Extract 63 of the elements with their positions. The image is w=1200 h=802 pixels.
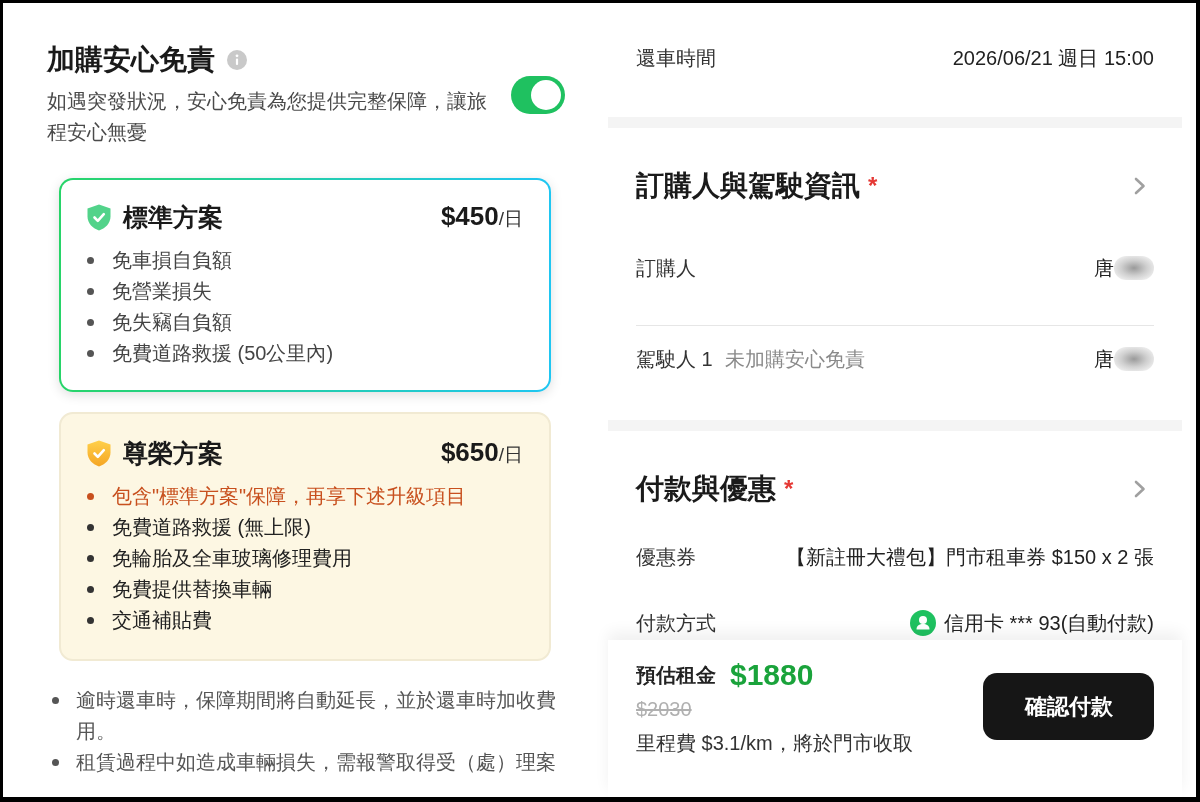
plan-feature: 免失竊自負額 <box>112 310 232 335</box>
shield-check-icon <box>87 203 111 231</box>
plan-feature: 免費道路救援 (無上限) <box>112 515 311 540</box>
section-description: 如遇突發狀況，安心免責為您提供完整保障，讓旅程安心無憂 <box>47 89 488 145</box>
price-unit: /日 <box>498 443 523 467</box>
required-mark: * <box>784 474 794 504</box>
row-value: 唐 <box>1094 256 1114 281</box>
redaction-blur-icon <box>1114 347 1154 371</box>
plan-feature: 交通補貼費 <box>112 608 212 633</box>
toggle-switch[interactable] <box>511 76 565 114</box>
bullet-icon <box>87 493 94 500</box>
plan-feature: 免費道路救援 (50公里內) <box>112 341 334 366</box>
plan-feature: 免費提供替換車輛 <box>112 577 272 602</box>
mileage-note: 里程費 $3.1/km，將於門市收取 <box>636 731 913 756</box>
plan-feature: 免營業損失 <box>112 279 212 304</box>
plan-price: $450 <box>440 200 499 231</box>
section-heading: 付款與優惠 <box>636 472 776 506</box>
row-label: 還車時間 <box>636 46 716 71</box>
plan-name: 標準方案 <box>123 202 223 232</box>
bullet-icon <box>87 555 94 562</box>
original-price: $2030 <box>636 697 692 722</box>
note-text: 逾時還車時，保障期間將自動延長，並於還車時加收費用。 <box>76 688 557 744</box>
bullet-icon <box>87 350 94 357</box>
shield-check-icon <box>87 439 111 467</box>
required-mark: * <box>868 171 878 201</box>
bullet-icon <box>87 524 94 531</box>
row-label: 付款方式 <box>636 611 716 636</box>
section-heading: 訂購人與駕駛資訊 <box>636 169 860 203</box>
bullet-icon <box>87 257 94 264</box>
bullet-icon <box>52 697 59 704</box>
note-text: 租賃過程中如造成車輛損失，需報警取得受（處）理案 <box>76 750 557 775</box>
row-value: 【新註冊大禮包】門市租車券 $150 x 2 張 <box>786 545 1154 570</box>
row-note: 未加購安心免責 <box>724 347 865 372</box>
bullet-icon <box>52 759 59 766</box>
price-unit: /日 <box>498 207 523 231</box>
plan-price: $650 <box>440 436 499 467</box>
total-price: $1880 <box>730 658 814 692</box>
bullet-icon <box>87 617 94 624</box>
redaction-blur-icon <box>1114 256 1154 280</box>
row-label: 優惠券 <box>636 545 696 570</box>
row-value: 唐 <box>1094 347 1114 372</box>
plan-card[interactable]: 尊榮方案 $650/日 包含"標準方案"保障，再享下述升級項目 免費道路救援 (無上限) 免輪胎及全車玻璃修理費用 免費提供替換車輛 交通補貼費 <box>59 412 551 661</box>
chevron-right-icon <box>1134 480 1146 498</box>
chevron-right-icon <box>1134 177 1146 195</box>
plan-feature: 包含"標準方案"保障，再享下述升級項目 <box>112 484 467 509</box>
section-title: 加購安心免責 <box>47 44 215 76</box>
plan-name: 尊榮方案 <box>123 438 223 468</box>
bullet-icon <box>87 319 94 326</box>
row-label: 駕駛人 1 <box>636 347 713 372</box>
row-value: 2026/06/21 週日 15:00 <box>952 46 1154 71</box>
plan-feature: 免輪胎及全車玻璃修理費用 <box>112 546 352 571</box>
bullet-icon <box>87 288 94 295</box>
row-label: 訂購人 <box>636 256 696 281</box>
section-header[interactable]: 訂購人與駕駛資訊 * <box>636 168 1154 204</box>
row-value: 信用卡 *** 93(自動付款) <box>943 611 1154 636</box>
info-icon[interactable] <box>227 50 247 70</box>
plan-card[interactable]: 標準方案 $450/日 免車損自負額 免營業損失 免失竊自負額 免費道路救援 (50公里內) <box>59 178 551 392</box>
plan-feature: 免車損自負額 <box>112 248 232 273</box>
price-label: 預估租金 <box>636 663 716 688</box>
confirm-payment-button[interactable]: 確認付款 <box>983 673 1154 740</box>
section-header[interactable]: 付款與優惠 * <box>636 471 1154 507</box>
bullet-icon <box>87 586 94 593</box>
user-icon <box>909 610 936 636</box>
